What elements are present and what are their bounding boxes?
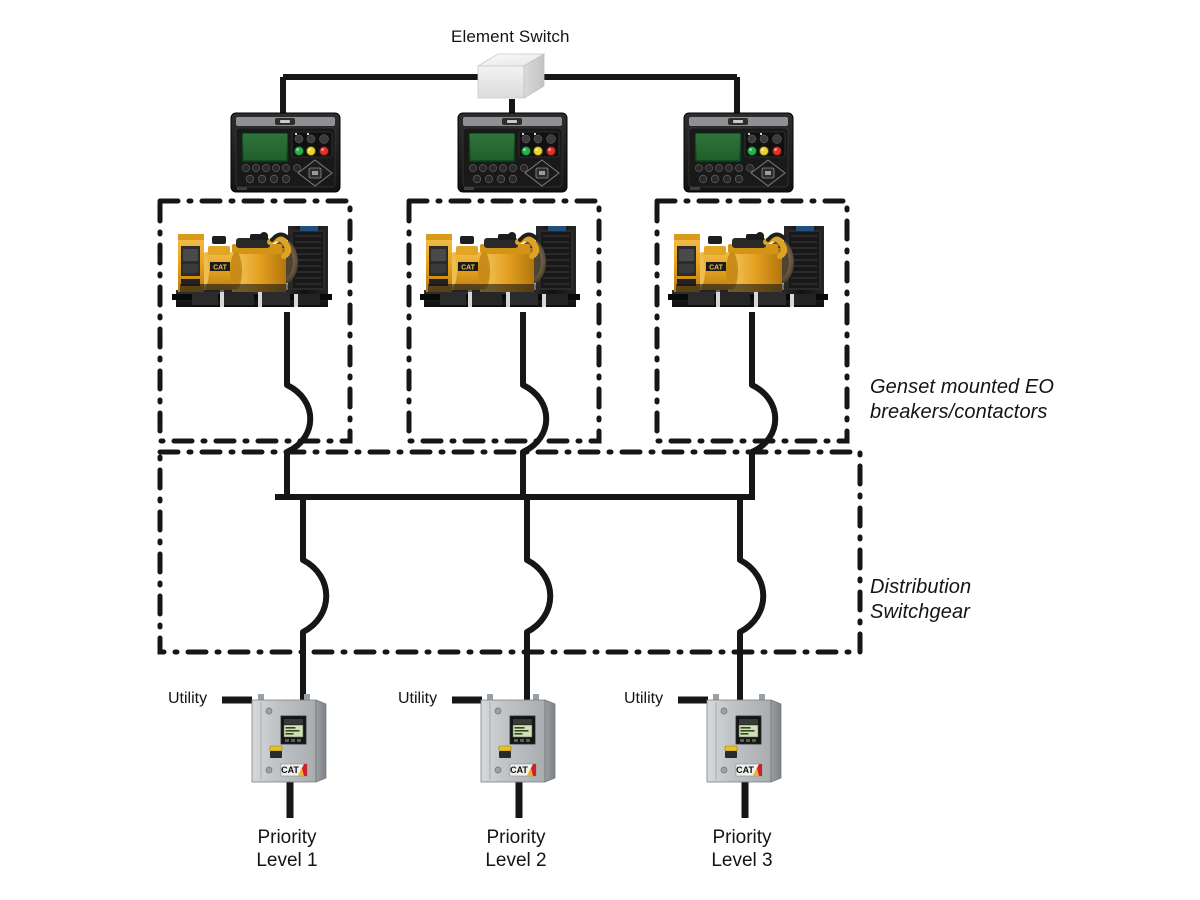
controller-3[interactable] (683, 112, 794, 193)
genset-1[interactable] (172, 226, 332, 307)
annotation-distribution-switchgear: Distribution Switchgear (870, 576, 972, 623)
diagram-canvas: CAT CAT Element Switch Genset mounted EO… (0, 0, 1200, 900)
controller-1[interactable] (230, 112, 341, 193)
transfer-switch-1[interactable] (251, 693, 327, 783)
load-drops (286, 782, 749, 818)
genset-breaker-1 (284, 312, 314, 497)
controller-2[interactable] (457, 112, 568, 193)
one-line-diagram: CAT CAT (157, 53, 863, 818)
priority-label-1: Priority Level 1 (256, 827, 318, 872)
feeder-breaker-2 (524, 497, 554, 700)
utility-label-1: Utility (168, 690, 208, 707)
priority-label-3: Priority Level 3 (711, 827, 773, 872)
element-switch-label: Element Switch (451, 27, 570, 46)
feeder-breaker-1 (300, 497, 330, 700)
genset-breaker-2 (520, 312, 550, 497)
transfer-switch-2[interactable] (480, 693, 556, 783)
priority-label-2: Priority Level 2 (485, 827, 547, 872)
utility-label-3: Utility (624, 690, 664, 707)
genset-3[interactable] (668, 226, 828, 307)
feeder-breaker-3 (737, 497, 767, 700)
genset-breaker-feeders (284, 312, 779, 497)
element-switch-box[interactable] (477, 53, 545, 99)
genset-2[interactable] (420, 226, 580, 307)
genset-breaker-3 (749, 312, 779, 497)
annotation-genset-breakers: Genset mounted EO breakers/contactors (870, 376, 1055, 423)
utility-label-2: Utility (398, 690, 438, 707)
feeder-breakers (300, 497, 767, 700)
transfer-switch-3[interactable] (706, 693, 782, 783)
